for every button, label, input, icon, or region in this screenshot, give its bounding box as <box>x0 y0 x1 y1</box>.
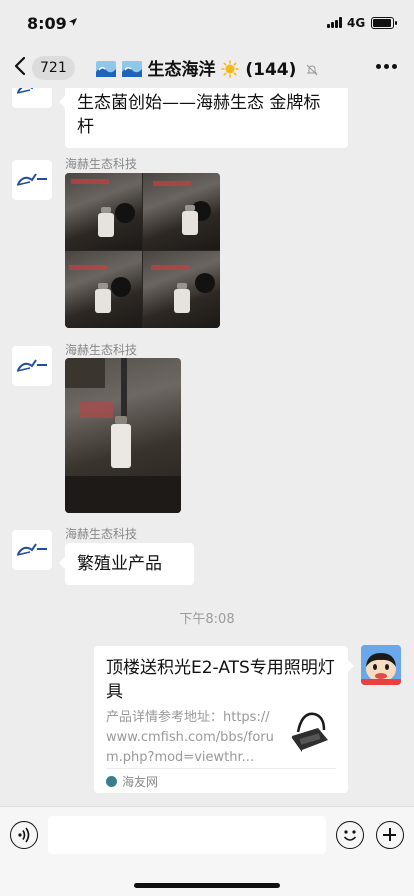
network-type: 4G <box>347 16 366 30</box>
chat-header: 721 生态海洋 (144) <box>0 44 414 88</box>
sender-name: 海赫生态科技 <box>65 157 138 171</box>
sun-emoji-icon <box>221 60 245 80</box>
link-description: 产品详情参考地址：https://www.cmfish.com/bbs/foru… <box>106 710 274 765</box>
avatar[interactable] <box>12 530 52 570</box>
message-list[interactable]: 生态菌创始——海赫生态 金牌标杆 海赫生态科技 海赫生态科技 海赫生态科技 繁殖… <box>0 88 414 806</box>
message-text: 繁殖业产品 <box>77 554 162 574</box>
member-count: (144) <box>245 60 297 80</box>
chat-title-text: 生态海洋 <box>147 60 216 80</box>
avatar[interactable] <box>12 88 52 108</box>
photo-cell <box>143 251 220 328</box>
battery-icon <box>371 17 394 29</box>
message-text: 生态菌创始——海赫生态 金牌标杆 <box>77 93 321 137</box>
wave-emoji-icon <box>95 60 122 80</box>
message-bubble[interactable]: 繁殖业产品 <box>59 543 194 585</box>
signal-bars-icon <box>327 17 343 28</box>
emoji-icon[interactable] <box>336 821 364 849</box>
wave-emoji-icon <box>121 60 148 80</box>
avatar[interactable] <box>12 346 52 386</box>
photo-cell <box>65 173 142 250</box>
plus-icon[interactable] <box>376 821 404 849</box>
timestamp: 下午8:08 <box>179 612 235 627</box>
link-source: 海友网 <box>106 773 158 790</box>
voice-icon[interactable] <box>10 821 38 849</box>
status-time: 8:09 <box>27 14 67 33</box>
message-bubble[interactable]: 生态菌创始——海赫生态 金牌标杆 <box>59 88 348 148</box>
link-source-name: 海友网 <box>122 775 159 789</box>
sender-name: 海赫生态科技 <box>65 527 138 541</box>
image-message[interactable] <box>65 358 181 513</box>
avatar[interactable] <box>361 645 401 685</box>
home-indicator <box>134 883 280 888</box>
location-arrow-icon <box>68 17 78 30</box>
image-message[interactable] <box>65 173 220 328</box>
ellipsis-icon[interactable] <box>376 64 398 70</box>
status-bar: 8:09 4G <box>0 0 414 44</box>
input-bar <box>0 806 414 896</box>
photo-cell <box>143 173 220 250</box>
chat-title: 生态海洋 (144) <box>0 55 414 80</box>
site-logo-icon <box>106 776 117 787</box>
link-thumbnail <box>284 706 334 756</box>
avatar[interactable] <box>12 160 52 200</box>
divider <box>106 768 336 769</box>
link-card[interactable]: 顶楼送积光E2-ATS专用照明灯具 产品详情参考地址：https://www.c… <box>94 646 354 793</box>
battery-tip <box>395 21 397 25</box>
sender-name: 海赫生态科技 <box>65 343 138 357</box>
message-input[interactable] <box>48 816 326 854</box>
photo-cell <box>65 251 142 328</box>
link-title: 顶楼送积光E2-ATS专用照明灯具 <box>106 658 335 702</box>
bell-muted-icon <box>306 61 318 76</box>
